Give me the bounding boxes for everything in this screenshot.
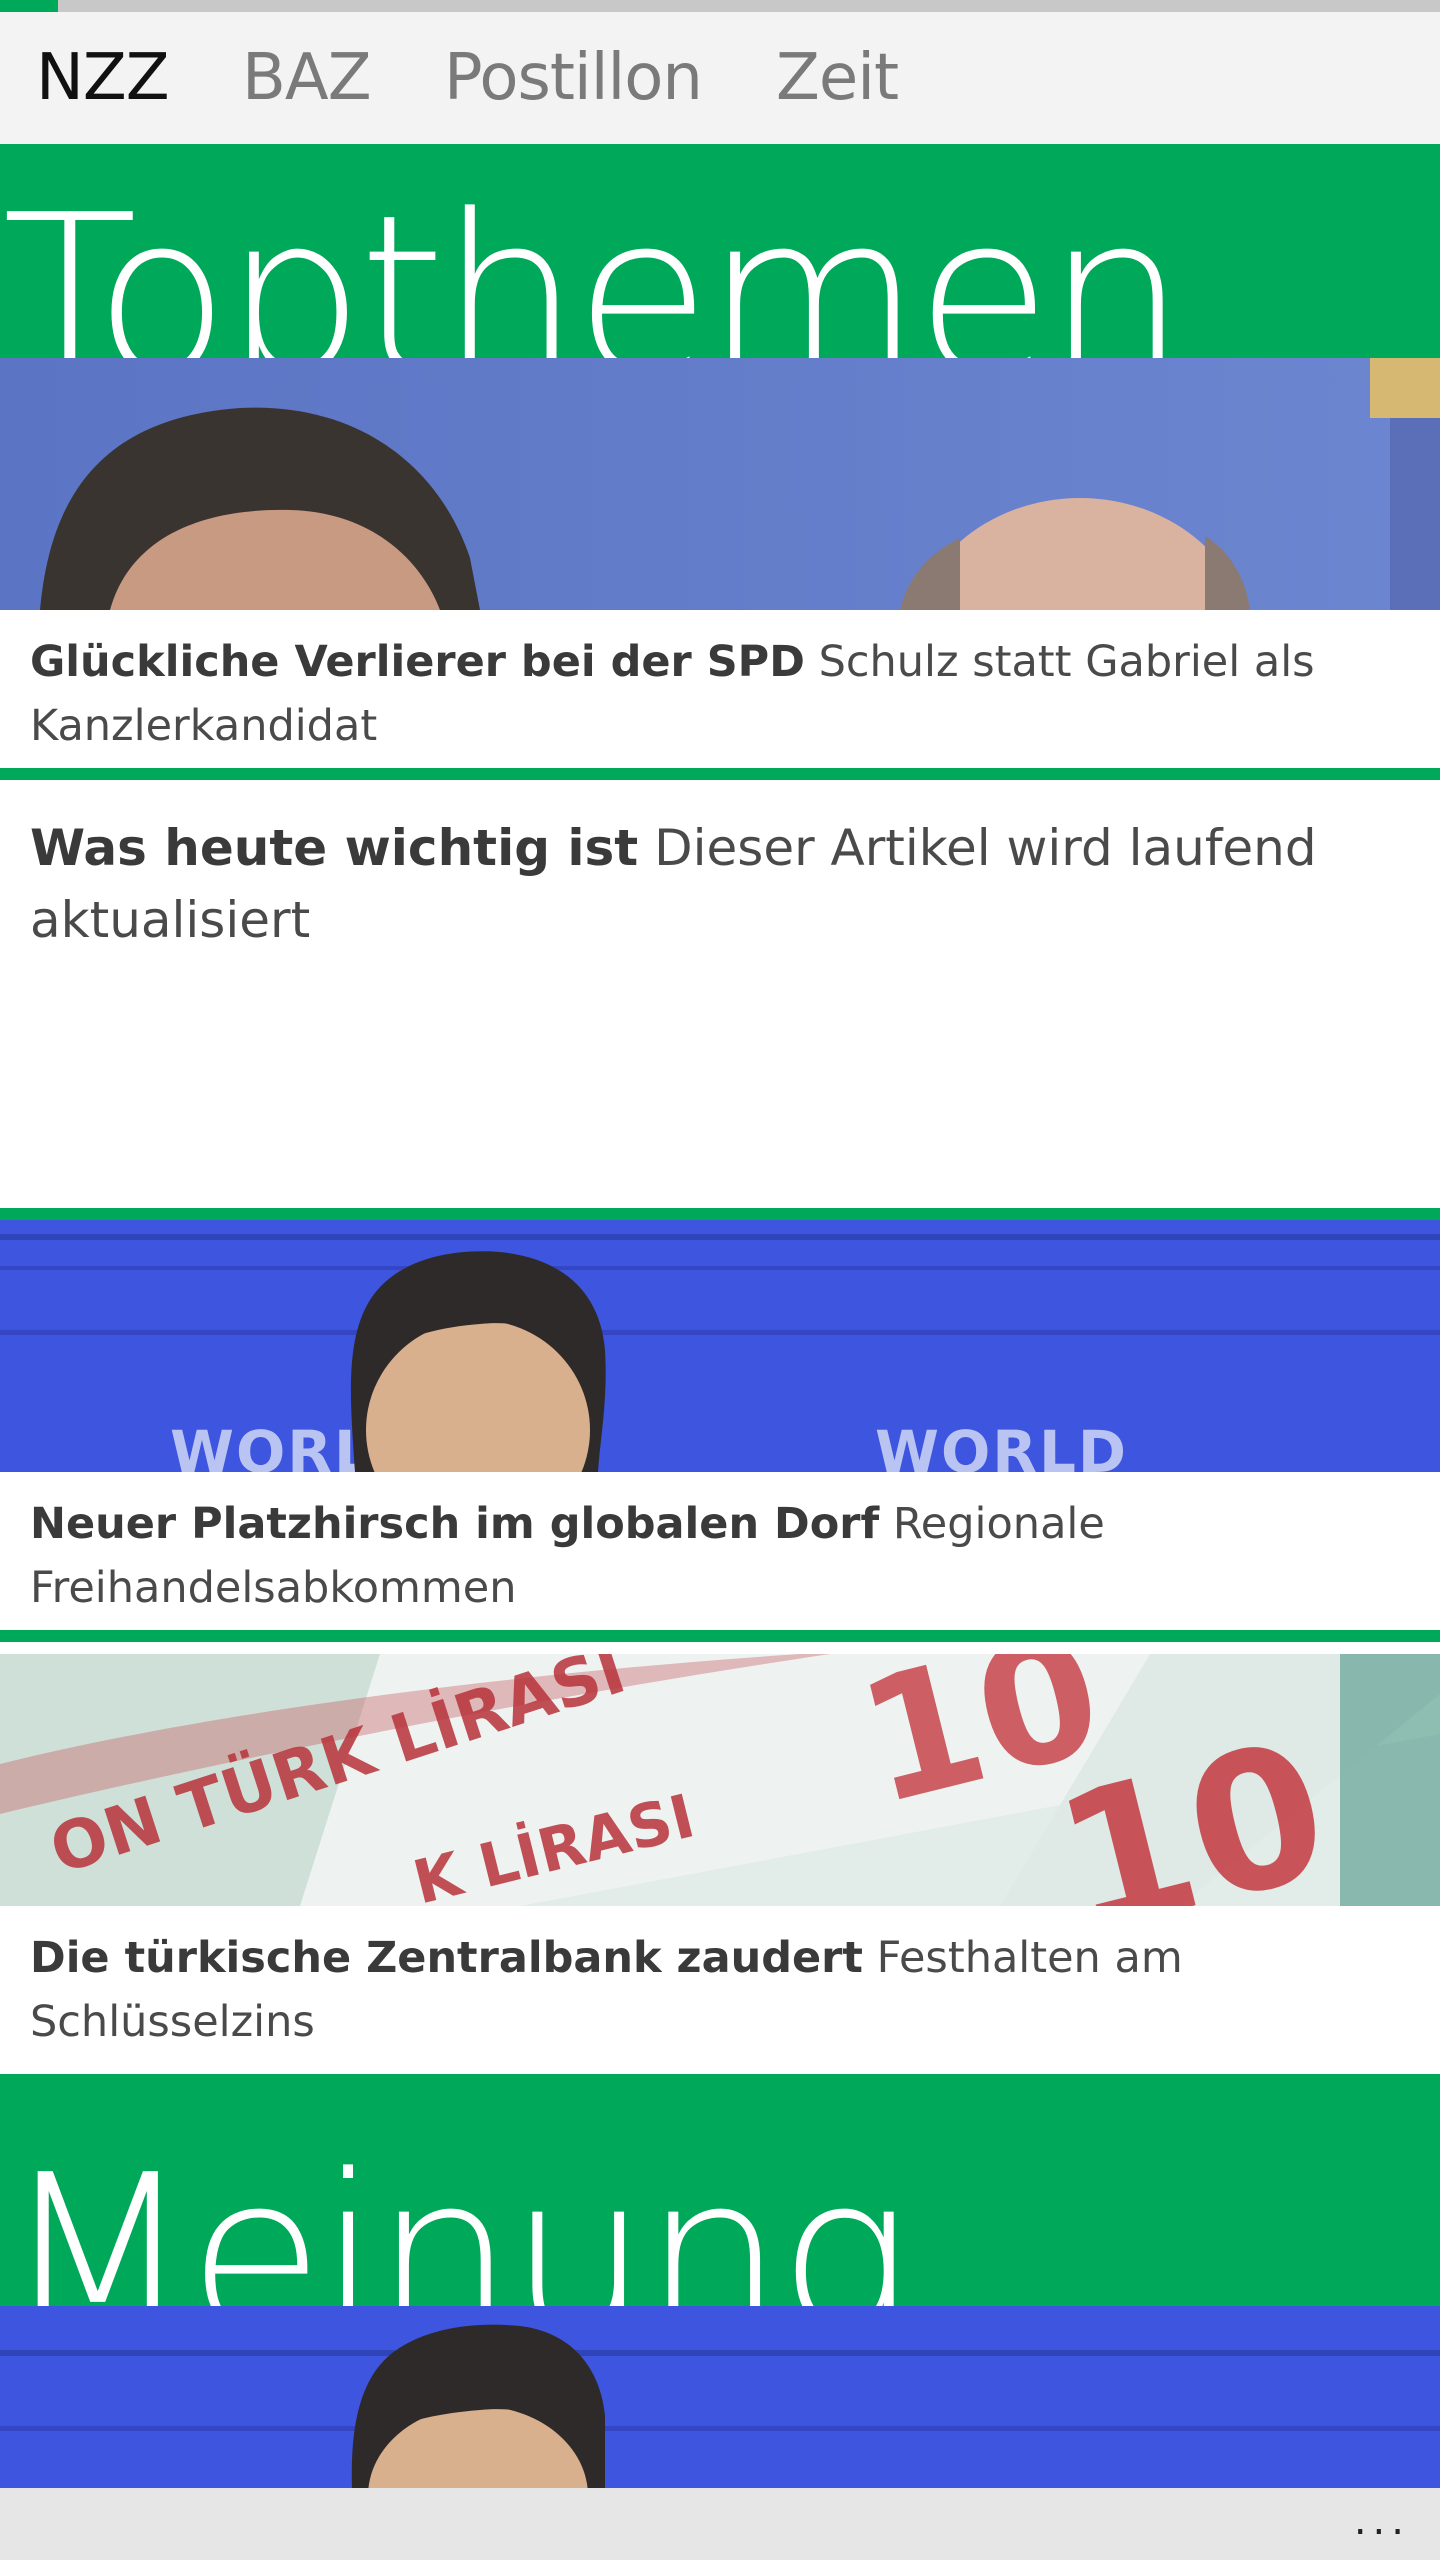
svg-text:WORLD: WORLD bbox=[875, 1418, 1128, 1472]
section-title: Topthemen bbox=[2, 168, 1186, 358]
article-image: WORLD WORLD bbox=[0, 1220, 1440, 1472]
article-card[interactable]: Glückliche Verlierer bei der SPD Schulz … bbox=[0, 358, 1440, 780]
article-image bbox=[0, 2306, 1440, 2488]
loading-progress-fill bbox=[0, 0, 58, 12]
article-image bbox=[0, 358, 1440, 610]
article-headline: Die türkische Zentralbank zaudert bbox=[30, 1933, 863, 1983]
speaker-photo bbox=[0, 2306, 1440, 2488]
article-card[interactable]: ON TÜRK LİRASI K LİRASI 10 10 Die türkis… bbox=[0, 1654, 1440, 2074]
article-image: ON TÜRK LİRASI K LİRASI 10 10 bbox=[0, 1654, 1440, 1906]
pivot-item-nzz[interactable]: NZZ bbox=[36, 36, 170, 120]
loading-progress-bar bbox=[0, 0, 1440, 12]
more-options-button[interactable]: ... bbox=[1354, 2496, 1410, 2546]
article-headline: Neuer Platzhirsch im globalen Dorf bbox=[30, 1499, 880, 1549]
pivot-item-postillon[interactable]: Postillon bbox=[444, 36, 703, 120]
section-header-topthemen: Topthemen bbox=[0, 144, 1440, 358]
pivot-item-zeit[interactable]: Zeit bbox=[776, 36, 899, 120]
article-card[interactable]: Was heute wichtig ist Dieser Artikel wir… bbox=[0, 792, 1440, 1218]
article-divider bbox=[0, 768, 1440, 780]
article-text: Neuer Platzhirsch im globalen Dorf Regio… bbox=[30, 1492, 1400, 1620]
section-title: Meinung bbox=[2, 2128, 911, 2306]
article-divider bbox=[0, 1208, 1440, 1220]
speaker-photo: WORLD WORLD bbox=[0, 1220, 1440, 1472]
politicians-photo bbox=[0, 358, 1440, 610]
article-text: Die türkische Zentralbank zaudert Festha… bbox=[30, 1926, 1400, 2054]
article-text: Glückliche Verlierer bei der SPD Schulz … bbox=[30, 630, 1400, 758]
article-headline: Was heute wichtig ist bbox=[30, 819, 639, 877]
app-bar: ... bbox=[0, 2488, 1440, 2560]
pivot-item-baz[interactable]: BAZ bbox=[242, 36, 372, 120]
article-divider bbox=[0, 1630, 1440, 1642]
article-headline: Glückliche Verlierer bei der SPD bbox=[30, 637, 805, 687]
source-pivot: NZZ BAZ Postillon Zeit bbox=[0, 12, 1440, 144]
article-card[interactable] bbox=[0, 2306, 1440, 2488]
section-header-meinung: Meinung bbox=[0, 2074, 1440, 2306]
banknotes-photo: ON TÜRK LİRASI K LİRASI 10 10 bbox=[0, 1654, 1440, 1906]
article-card[interactable]: WORLD WORLD Neuer Platzhirsch im globale… bbox=[0, 1220, 1440, 1642]
article-text: Was heute wichtig ist Dieser Artikel wir… bbox=[30, 812, 1400, 956]
